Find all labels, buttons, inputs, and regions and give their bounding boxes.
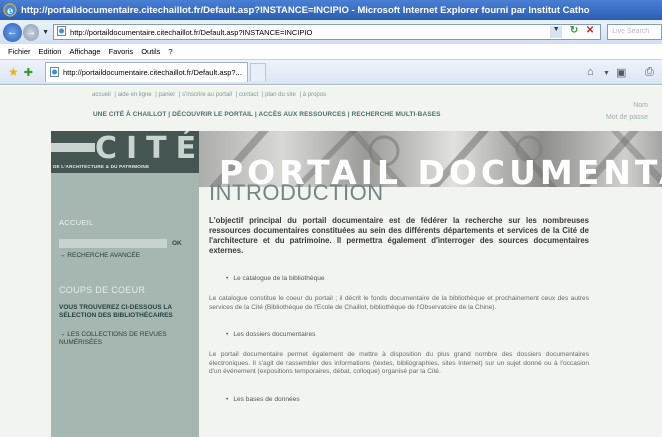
logo-subtitle: DE L'ARCHITECTURE & DU PATRIMOINE [53, 164, 150, 169]
home-icon[interactable]: ⌂ [587, 66, 594, 78]
main-nav[interactable]: UNE CITÉ À CHAILLOT | DÉCOUVRIR LE PORTA… [93, 111, 441, 118]
menu-help[interactable]: ? [168, 47, 172, 56]
header-banner: PORTAIL DOCUMENTAIRE [199, 131, 662, 187]
logo-bar [51, 143, 95, 152]
address-dropdown-icon[interactable]: ▼ [550, 26, 563, 38]
menu-fichier[interactable]: Fichier [8, 47, 31, 56]
add-favorite-icon[interactable]: ✚ [24, 66, 33, 79]
bullet-dossiers: Les dossiers documentaires [226, 331, 589, 338]
coups-de-coeur-heading: COUPS DE COEUR [59, 284, 146, 295]
home-dropdown-icon[interactable]: ▼ [603, 70, 610, 77]
menu-edition[interactable]: Edition [39, 47, 62, 56]
site-search-input[interactable] [59, 239, 167, 248]
login-box: Nom Mot de passe [606, 100, 648, 124]
main-content: INTRODUCTION L'objectif principal du por… [209, 180, 589, 403]
page-icon [57, 26, 67, 38]
page-icon [49, 66, 59, 79]
link-inscrire[interactable]: s'inscrire au portail [182, 92, 232, 98]
refresh-icon[interactable]: ↻ [570, 25, 578, 36]
menu-bar: Fichier Edition Affichage Favoris Outils… [0, 44, 662, 60]
print-icon[interactable]: ⎙ [645, 66, 654, 79]
arrow-right-icon: → [25, 26, 37, 38]
forward-button[interactable]: → [22, 23, 40, 41]
search-input[interactable]: Live Search [607, 24, 662, 40]
advanced-search-link[interactable]: → RECHERCHE AVANCÉE [51, 252, 199, 261]
menu-outils[interactable]: Outils [141, 47, 160, 56]
address-bar[interactable]: http://portaildocumentaire.citechaillot.… [53, 24, 602, 40]
menu-favoris[interactable]: Favoris [109, 47, 134, 56]
arrow-left-icon: ← [6, 26, 18, 38]
page-heading: INTRODUCTION [209, 180, 384, 205]
catalogue-paragraph: Le catalogue constitue le coeur du porta… [209, 295, 589, 311]
favorites-star-icon[interactable]: ★ [8, 65, 19, 79]
internet-explorer-icon: e [3, 3, 17, 17]
link-panier[interactable]: panier [159, 92, 176, 98]
sidebar-search: OK [51, 239, 199, 248]
intro-paragraph: L'objectif principal du portail document… [209, 216, 589, 255]
link-plan[interactable]: plan du site [265, 92, 296, 98]
new-tab-button[interactable] [249, 63, 266, 81]
address-toolbar: ← → ▼ http://portaildocumentaire.citecha… [0, 20, 662, 44]
site-logo[interactable]: CITÉ DE L'ARCHITECTURE & DU PATRIMOINE [51, 131, 199, 173]
link-aide[interactable]: aide en ligne [118, 92, 152, 98]
tab-bar: ★ ✚ http://portaildocumentaire.citechail… [0, 60, 662, 85]
login-password-label[interactable]: Mot de passe [606, 112, 648, 124]
window-title-bar: e http://portaildocumentaire.citechaillo… [0, 0, 662, 20]
history-dropdown-icon[interactable]: ▼ [42, 29, 49, 36]
dossiers-paragraph: Le portail documentaire permet également… [209, 351, 589, 375]
address-text: http://portaildocumentaire.citechaillot.… [70, 27, 313, 37]
bullet-catalogue: Le catalogue de la bibliothèque [226, 275, 589, 282]
link-contact[interactable]: contact [239, 92, 258, 98]
bullet-bases: Les bases de données [226, 396, 589, 403]
link-accueil[interactable]: accueil [92, 92, 111, 98]
menu-affichage[interactable]: Affichage [69, 47, 100, 56]
web-page: accueil | aide en ligne | panier | s'ins… [0, 86, 662, 437]
sidebar-accueil[interactable]: ACCUEIL [51, 218, 199, 227]
window-title: http://portaildocumentaire.citechaillot.… [21, 4, 590, 16]
tab-active[interactable]: http://portaildocumentaire.citechaillot.… [44, 62, 248, 82]
coups-de-coeur-text[interactable]: VOUS TROUVEREZ CI-DESSOUS LA SÉLECTION D… [51, 304, 199, 321]
sidebar: CITÉ DE L'ARCHITECTURE & DU PATRIMOINE A… [51, 131, 199, 437]
logo-word: CITÉ [95, 131, 199, 166]
back-button[interactable]: ← [3, 22, 22, 42]
link-apropos[interactable]: à propos [303, 92, 326, 98]
feeds-icon[interactable]: ▣ [616, 66, 626, 79]
top-links: accueil | aide en ligne | panier | s'ins… [92, 92, 327, 98]
search-ok-button[interactable]: OK [172, 240, 182, 247]
stop-icon[interactable]: ✕ [586, 25, 594, 36]
login-name-label[interactable]: Nom [606, 100, 648, 112]
tab-title: http://portaildocumentaire.citechaillot.… [62, 68, 242, 77]
collections-link[interactable]: → LES COLLECTIONS DE REVUES NUMÉRISÉES [51, 331, 199, 348]
svg-text:e: e [7, 6, 13, 17]
